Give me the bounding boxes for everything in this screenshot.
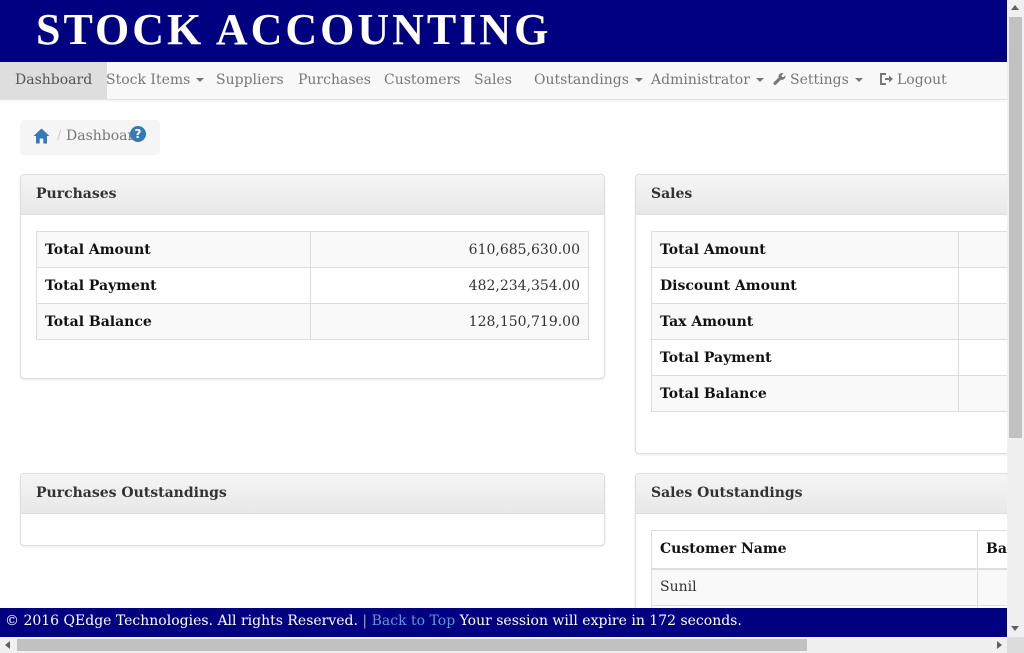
table-row: Total Balance [651, 375, 1007, 412]
table-row: Total Payment 482,234,354.00 [36, 267, 589, 304]
row-label: Total Amount [36, 231, 311, 268]
row-value [958, 339, 1007, 376]
nav-dashboard[interactable]: Dashboard [0, 62, 108, 99]
column-header-customer-name[interactable]: Customer Name [651, 530, 978, 570]
page-footer: © 2016 QEdge Technologies. All rights Re… [0, 608, 1007, 637]
row-value [958, 303, 1007, 340]
row-label: Total Balance [36, 303, 311, 340]
page-viewport: STOCK ACCOUNTING Dashboard Stock Items S… [0, 0, 1007, 637]
nav-outstandings[interactable]: Outstandings [534, 62, 643, 99]
nav-sales-label: Sales [474, 72, 512, 88]
nav-purchases-label: Purchases [298, 72, 371, 88]
row-label: Total Balance [651, 375, 959, 412]
main-navbar: Dashboard Stock Items Suppliers Purchase… [0, 62, 1007, 100]
sign-out-icon [880, 73, 893, 85]
home-icon[interactable] [33, 128, 50, 144]
row-value: 610,685,630.00 [310, 231, 589, 268]
breadcrumb: / Dashboard ? [20, 120, 160, 155]
horizontal-scroll-thumb[interactable] [17, 639, 807, 651]
row-label: Tax Amount [651, 303, 959, 340]
nav-outstandings-label: Outstandings [534, 72, 629, 88]
row-value: 128,150,719.00 [310, 303, 589, 340]
row-value [958, 375, 1007, 412]
scroll-up-arrow[interactable] [1011, 5, 1019, 10]
nav-settings-label: Settings [790, 72, 849, 88]
app-title: STOCK ACCOUNTING [36, 5, 552, 54]
sales-panel-title: Sales [636, 175, 1007, 215]
nav-suppliers-label: Suppliers [216, 72, 284, 88]
footer-separator: | [362, 613, 368, 629]
table-header-row: Customer Name Bal [651, 530, 1007, 570]
sales-panel: Sales Total Amount Discount Amount Tax A… [635, 174, 1007, 454]
scrollbar-corner [1007, 637, 1024, 653]
nav-customers-label: Customers [384, 72, 461, 88]
session-expiry-text: Your session will expire in 172 seconds. [459, 613, 742, 629]
nav-stock-items[interactable]: Stock Items [106, 62, 205, 99]
purchases-summary-table: Total Amount 610,685,630.00 Total Paymen… [36, 231, 589, 340]
caret-down-icon [634, 78, 643, 82]
sales-outstandings-title: Sales Outstandings [636, 474, 1007, 514]
row-value: 482,234,354.00 [310, 267, 589, 304]
purchases-outstandings-title: Purchases Outstandings [21, 474, 604, 514]
vertical-scrollbar[interactable] [1007, 0, 1024, 637]
nav-stock-items-label: Stock Items [106, 72, 191, 88]
footer-copyright: © 2016 QEdge Technologies. All rights Re… [5, 613, 358, 629]
nav-suppliers[interactable]: Suppliers [216, 62, 284, 99]
scroll-right-arrow[interactable] [997, 641, 1002, 649]
caret-down-icon [755, 78, 764, 82]
nav-administrator-label: Administrator [651, 72, 750, 88]
row-label: Total Payment [651, 339, 959, 376]
caret-down-icon [196, 78, 205, 82]
scroll-left-arrow[interactable] [5, 641, 10, 649]
breadcrumb-separator: / [57, 128, 62, 143]
table-row: Total Amount 610,685,630.00 [36, 231, 589, 268]
vertical-scroll-thumb[interactable] [1009, 17, 1022, 438]
row-label: Discount Amount [651, 267, 959, 304]
row-label: Total Amount [651, 231, 959, 268]
sales-summary-table: Total Amount Discount Amount Tax Amount … [651, 231, 1007, 412]
question-circle-icon[interactable]: ? [130, 126, 146, 142]
purchases-panel-title: Purchases [21, 175, 604, 215]
table-row: Total Payment [651, 339, 1007, 376]
row-label: Total Payment [36, 267, 311, 304]
nav-logout[interactable]: Logout [879, 62, 947, 99]
nav-purchases[interactable]: Purchases [298, 62, 371, 99]
nav-sales[interactable]: Sales [474, 62, 512, 99]
table-row: Total Balance 128,150,719.00 [36, 303, 589, 340]
purchases-outstandings-panel: Purchases Outstandings [20, 473, 605, 546]
horizontal-scrollbar[interactable] [0, 637, 1007, 653]
row-value [958, 231, 1007, 268]
nav-logout-label: Logout [897, 72, 947, 88]
customer-name-cell: Sunil [651, 568, 978, 606]
column-header-balance[interactable]: Bal [977, 530, 1007, 570]
row-value [958, 267, 1007, 304]
caret-down-icon [854, 78, 863, 82]
nav-administrator[interactable]: Administrator [651, 62, 764, 99]
wrench-icon [773, 72, 786, 85]
table-row: Tax Amount [651, 303, 1007, 340]
purchases-panel: Purchases Total Amount 610,685,630.00 To… [20, 174, 605, 379]
balance-cell [977, 568, 1007, 606]
nav-customers[interactable]: Customers [384, 62, 460, 99]
table-row: Discount Amount [651, 267, 1007, 304]
app-header: STOCK ACCOUNTING [0, 0, 1007, 62]
scroll-down-arrow[interactable] [1011, 626, 1019, 631]
table-row: Total Amount [651, 231, 1007, 268]
nav-dashboard-label: Dashboard [15, 72, 93, 88]
table-row: Sunil [651, 568, 1007, 606]
back-to-top-link[interactable]: Back to Top [372, 613, 456, 629]
nav-settings[interactable]: Settings [773, 62, 863, 99]
